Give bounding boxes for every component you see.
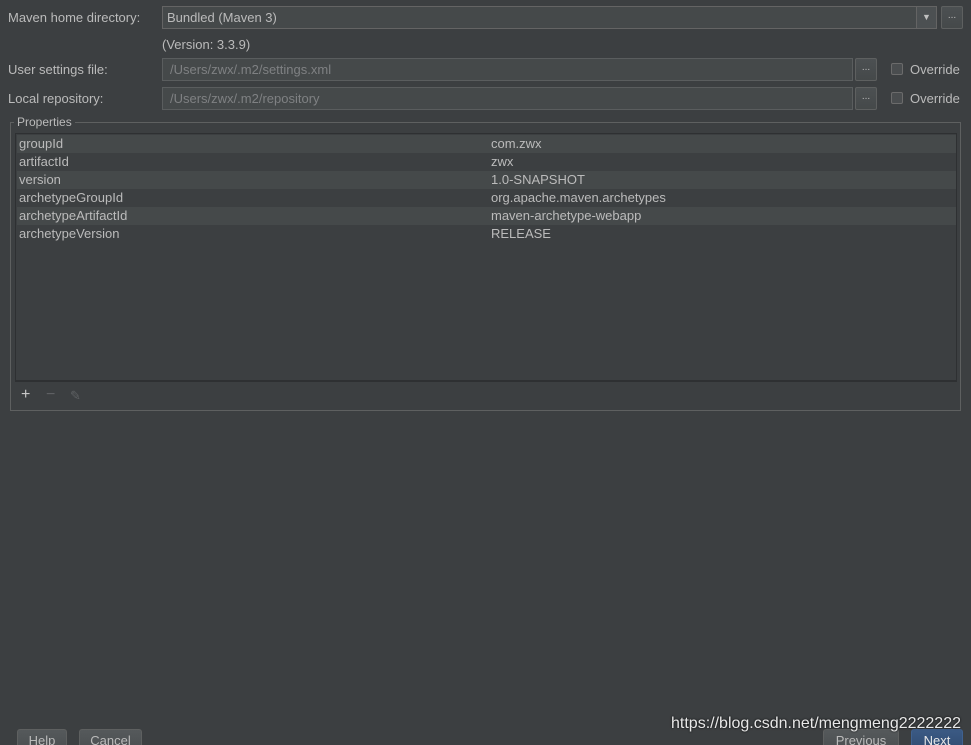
property-key: archetypeGroupId bbox=[19, 190, 124, 205]
user-settings-label: User settings file: bbox=[8, 62, 108, 77]
local-repo-browse-button[interactable]: ... bbox=[855, 87, 877, 110]
user-settings-override-checkbox[interactable] bbox=[891, 63, 903, 75]
local-repo-value: /Users/zwx/.m2/repository bbox=[170, 91, 320, 106]
property-value[interactable]: maven-archetype-webapp bbox=[491, 208, 641, 223]
table-row[interactable]: archetypeArtifactId maven-archetype-weba… bbox=[17, 207, 956, 225]
watermark-text: https://blog.csdn.net/mengmeng2222222 bbox=[671, 715, 961, 732]
local-repo-field[interactable]: /Users/zwx/.m2/repository bbox=[162, 87, 853, 110]
properties-title: Properties bbox=[14, 115, 75, 129]
table-row[interactable]: artifactId zwx bbox=[17, 153, 956, 171]
local-repo-label: Local repository: bbox=[8, 91, 104, 106]
user-settings-override-label[interactable]: Override bbox=[910, 62, 960, 77]
property-key: version bbox=[19, 172, 61, 187]
local-repo-override-label[interactable]: Override bbox=[910, 91, 960, 106]
table-row[interactable]: version 1.0-SNAPSHOT bbox=[17, 171, 956, 189]
user-settings-value: /Users/zwx/.m2/settings.xml bbox=[170, 62, 332, 77]
maven-home-label: Maven home directory: bbox=[8, 10, 141, 25]
property-key: archetypeArtifactId bbox=[19, 208, 128, 223]
table-row[interactable]: archetypeVersion RELEASE bbox=[17, 225, 956, 243]
property-value[interactable]: RELEASE bbox=[491, 226, 551, 241]
cancel-button[interactable]: Cancel bbox=[79, 729, 142, 745]
help-button[interactable]: Help bbox=[17, 729, 67, 745]
maven-home-browse-button[interactable]: ... bbox=[941, 6, 963, 29]
remove-icon[interactable]: − bbox=[46, 386, 55, 404]
local-repo-override-checkbox[interactable] bbox=[891, 92, 903, 104]
table-row[interactable]: groupId com.zwx bbox=[17, 135, 956, 153]
user-settings-field[interactable]: /Users/zwx/.m2/settings.xml bbox=[162, 58, 853, 81]
property-key: artifactId bbox=[19, 154, 69, 169]
maven-version-text: (Version: 3.3.9) bbox=[162, 37, 251, 52]
property-key: archetypeVersion bbox=[19, 226, 120, 241]
maven-home-combo[interactable]: Bundled (Maven 3) ▼ bbox=[162, 6, 937, 29]
properties-table[interactable]: groupId com.zwx artifactId zwx version 1… bbox=[15, 133, 957, 381]
property-value[interactable]: com.zwx bbox=[491, 136, 542, 151]
property-value[interactable]: org.apache.maven.archetypes bbox=[491, 190, 666, 205]
property-value[interactable]: zwx bbox=[491, 154, 513, 169]
chevron-down-icon[interactable]: ▼ bbox=[916, 7, 936, 28]
edit-icon[interactable]: ✎ bbox=[70, 388, 81, 404]
property-value[interactable]: 1.0-SNAPSHOT bbox=[491, 172, 585, 187]
user-settings-browse-button[interactable]: ... bbox=[855, 58, 877, 81]
table-row[interactable]: archetypeGroupId org.apache.maven.archet… bbox=[17, 189, 956, 207]
add-icon[interactable]: + bbox=[21, 386, 30, 404]
maven-home-value: Bundled (Maven 3) bbox=[167, 10, 277, 25]
property-key: groupId bbox=[19, 136, 64, 151]
properties-toolbar: + − ✎ bbox=[15, 381, 957, 409]
maven-settings-dialog: Maven home directory: Bundled (Maven 3) … bbox=[0, 0, 971, 745]
